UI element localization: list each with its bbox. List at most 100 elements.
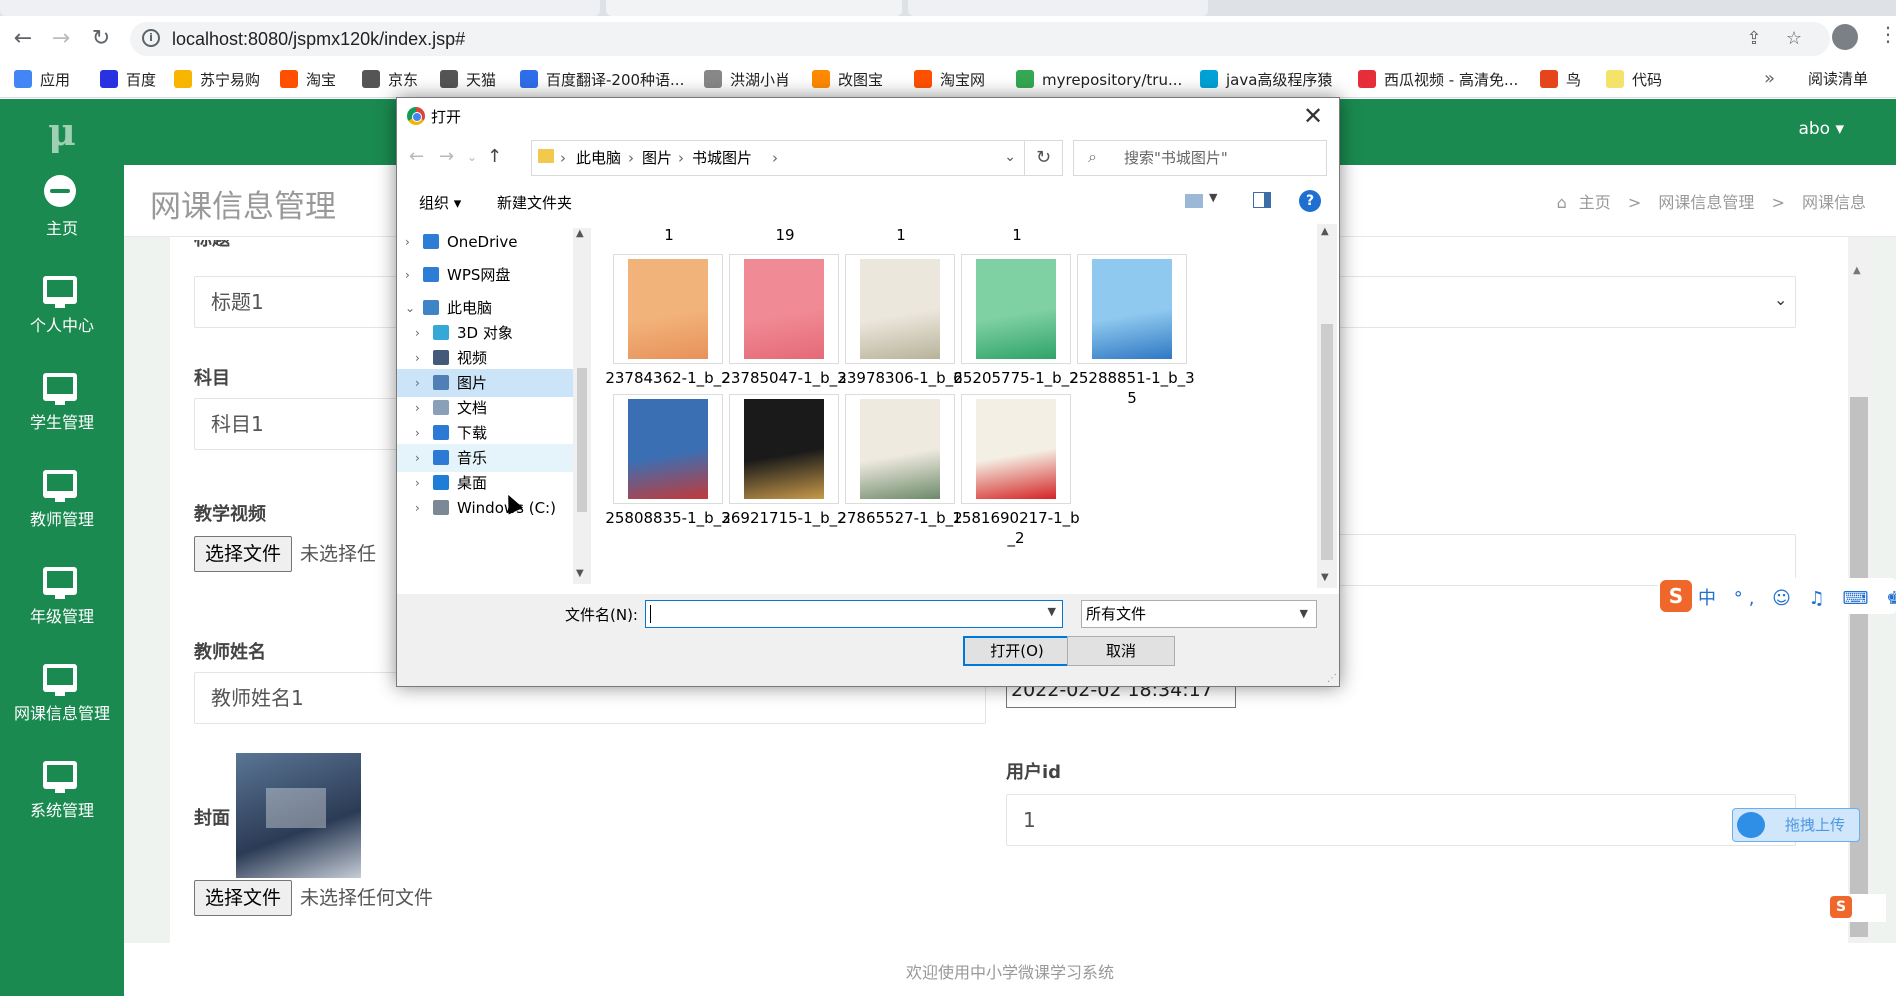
organize-button[interactable]: 组织 ▾ (419, 192, 461, 213)
user-menu[interactable]: abo ▾ (1798, 119, 1844, 139)
path-segment[interactable]: 书城图片 (692, 141, 752, 175)
forward-icon[interactable]: → (46, 24, 76, 54)
chevron-down-icon[interactable]: ▼ (1048, 605, 1056, 618)
scrollbar-thumb[interactable] (1850, 397, 1868, 937)
sogou-ime-icon[interactable]: S (1660, 580, 1692, 612)
scrollbar-thumb[interactable] (577, 368, 587, 512)
tree-item[interactable]: › 下载 (397, 419, 573, 447)
tree-item[interactable]: › Windows (C:) (397, 494, 573, 522)
tree-item[interactable]: › 桌面 (397, 469, 573, 497)
tree-item[interactable]: › WPS网盘 (397, 261, 573, 289)
drag-upload-button[interactable]: 拖拽上传 (1732, 808, 1860, 842)
browser-tab[interactable] (0, 0, 600, 16)
expand-chevron-icon[interactable]: › (415, 469, 420, 497)
recent-dropdown-icon[interactable]: ⌄ (467, 150, 477, 164)
expand-chevron-icon[interactable]: › (415, 419, 420, 447)
bookmark-item[interactable]: java高级程序猿 (1200, 68, 1332, 92)
file-grid-scrollbar[interactable]: ▲ ▼ (1317, 224, 1337, 588)
scroll-down-icon[interactable]: ▼ (576, 568, 584, 579)
back-icon[interactable]: ← (409, 146, 424, 167)
bookmark-item[interactable]: 改图宝 (812, 68, 883, 92)
tree-item[interactable]: › 视频 (397, 344, 573, 372)
bookmark-star-icon[interactable]: ☆ (1782, 27, 1806, 51)
expand-chevron-icon[interactable]: › (415, 369, 420, 397)
ime-toolbar-items[interactable]: 中 °, ☺ ♫ ⌨ ♚ ▲ ⚙ (1698, 584, 1896, 610)
expand-chevron-icon[interactable]: › (405, 228, 410, 256)
bookmark-item[interactable]: 代码 (1606, 68, 1662, 92)
site-info-icon[interactable]: i (142, 29, 160, 47)
tree-item[interactable]: ⌄ 此电脑 (397, 294, 573, 322)
resize-grip-icon[interactable]: ⋰ (1327, 673, 1337, 684)
sidebar-item[interactable]: 年级管理 (0, 559, 124, 655)
bookmark-item[interactable]: myrepository/tru... (1016, 68, 1182, 92)
forward-icon[interactable]: → (439, 146, 454, 167)
bookmark-item[interactable]: 西瓜视频 - 高清免... (1358, 68, 1518, 92)
expand-chevron-icon[interactable]: › (415, 494, 420, 522)
file-item[interactable]: 25808835-1_b_3 (603, 394, 731, 564)
view-mode-icon[interactable] (1185, 194, 1203, 208)
new-folder-button[interactable]: 新建文件夹 (497, 192, 572, 213)
sidebar-item[interactable]: 主页 (0, 171, 124, 267)
sidebar-item[interactable]: 网课信息管理 (0, 656, 124, 752)
share-icon[interactable]: ⇪ (1742, 27, 1766, 51)
reading-list-button[interactable]: 阅读清单 (1808, 68, 1868, 89)
address-path[interactable]: › 此电脑 › 图片 › 书城图片 › ⌄ (531, 140, 1025, 176)
sidebar-item[interactable]: 学生管理 (0, 365, 124, 461)
dialog-search-input[interactable]: ⌕ 搜索"书城图片" (1073, 140, 1327, 176)
bookmark-item[interactable]: 淘宝网 (914, 68, 985, 92)
preview-pane-icon[interactable] (1253, 192, 1271, 208)
tree-item[interactable]: › 音乐 (397, 444, 573, 472)
tree-item[interactable]: › 3D 对象 (397, 319, 573, 347)
url-text[interactable]: localhost:8080/jspmx120k/index.jsp# (172, 22, 465, 56)
chevron-down-icon[interactable]: ▼ (1209, 191, 1217, 204)
scroll-up-icon[interactable]: ▲ (576, 228, 584, 239)
open-button[interactable]: 打开(O) (963, 636, 1071, 666)
help-icon[interactable]: ? (1299, 190, 1321, 212)
sogou-ime-icon[interactable]: S (1830, 896, 1852, 918)
reload-icon[interactable]: ↻ (86, 24, 116, 54)
scroll-down-icon[interactable]: ▼ (1321, 572, 1329, 583)
choose-cover-file-button[interactable]: 选择文件 (194, 880, 293, 916)
bookmark-item[interactable]: 百度翻译-200种语... (520, 68, 684, 92)
file-item[interactable]: 26921715-1_b_2 (719, 394, 847, 564)
tree-item[interactable]: › OneDrive (397, 228, 573, 256)
bookmark-item[interactable]: 应用 (14, 68, 70, 92)
up-icon[interactable]: ↑ (487, 146, 502, 167)
file-item[interactable]: 25288851-1_b_35 (1067, 254, 1195, 424)
bookmark-item[interactable]: 天猫 (440, 68, 496, 92)
scroll-up-icon[interactable]: ▲ (1321, 226, 1329, 237)
close-icon[interactable]: ✕ (1303, 102, 1323, 130)
breadcrumb-home[interactable]: 主页 (1579, 193, 1611, 212)
sidebar-item[interactable]: 个人中心 (0, 268, 124, 364)
expand-chevron-icon[interactable]: › (415, 319, 420, 347)
user-id-input[interactable]: 1 (1006, 794, 1796, 846)
path-segment[interactable]: 图片 (642, 141, 672, 175)
path-segment[interactable]: 此电脑 (576, 141, 621, 175)
tree-item[interactable]: › 图片 (397, 369, 573, 397)
bookmark-item[interactable]: 鸟 (1540, 68, 1581, 92)
scroll-up-icon[interactable]: ▲ (1853, 265, 1861, 276)
file-item[interactable]: 1581690217-1_b_2 (951, 394, 1080, 564)
bookmark-item[interactable]: 京东 (362, 68, 418, 92)
sidebar-item[interactable]: 教师管理 (0, 462, 124, 558)
expand-chevron-icon[interactable]: › (415, 344, 420, 372)
browser-menu-icon[interactable]: ⋮ (1878, 22, 1896, 46)
bookmark-item[interactable]: 百度 (100, 68, 156, 92)
scrollbar-thumb[interactable] (1321, 324, 1333, 560)
profile-avatar-icon[interactable] (1832, 24, 1858, 50)
file-item[interactable]: 27865527-1_b_2 (835, 394, 963, 564)
chevron-down-icon[interactable]: ⌄ (1004, 149, 1016, 165)
omnibox[interactable]: i localhost:8080/jspmx120k/index.jsp# ⇪ … (130, 22, 1830, 56)
browser-tab-active[interactable] (908, 0, 1208, 16)
sidebar-item[interactable]: 系统管理 (0, 753, 124, 849)
bookmark-item[interactable]: 洪湖小肖 (704, 68, 790, 92)
expand-chevron-icon[interactable]: ⌄ (405, 294, 415, 322)
cancel-button[interactable]: 取消 (1067, 636, 1175, 666)
tree-scrollbar[interactable]: ▲ ▼ (573, 228, 591, 584)
filetype-select[interactable]: 所有文件 ▼ (1081, 600, 1317, 628)
bookmarks-overflow-icon[interactable]: » (1764, 68, 1775, 89)
expand-chevron-icon[interactable]: › (415, 444, 420, 472)
filename-input[interactable]: ▼ (645, 600, 1063, 628)
expand-chevron-icon[interactable]: › (405, 261, 410, 289)
bookmark-item[interactable]: 苏宁易购 (174, 68, 260, 92)
